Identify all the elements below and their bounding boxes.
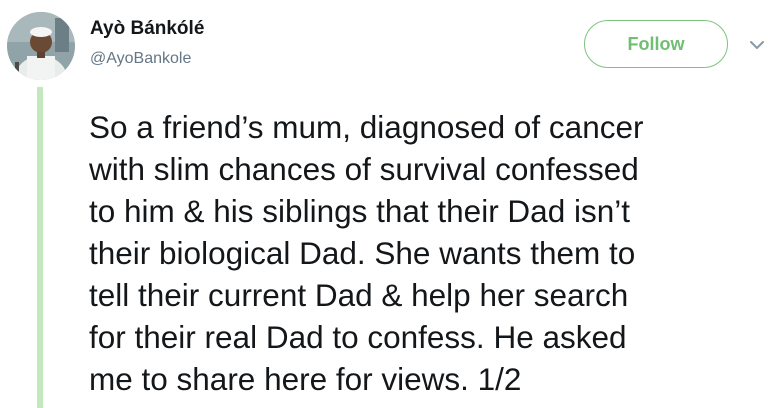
thread-line <box>37 87 43 408</box>
chevron-down-icon[interactable] <box>747 38 767 52</box>
author-handle[interactable]: @AyoBankole <box>90 50 191 68</box>
avatar[interactable] <box>7 12 75 80</box>
tweet-text-line: me to share here for views. 1/2 <box>89 361 522 397</box>
tweet-text-line: with slim chances of survival confessed <box>89 151 639 187</box>
tweet-text-line: So a friend’s mum, diagnosed of cancer <box>89 109 644 145</box>
tweet-text-line: their biological Dad. She wants them to <box>89 235 636 271</box>
tweet-text-line: to him & his siblings that their Dad isn… <box>89 193 630 229</box>
follow-button[interactable]: Follow <box>584 20 728 68</box>
author-display-name[interactable]: Ayò Bánkólé <box>90 18 204 40</box>
tweet-text-line: tell their current Dad & help her search <box>89 277 629 313</box>
tweet-text-line: for their real Dad to confess. He asked <box>89 319 627 355</box>
avatar-image <box>7 12 75 80</box>
tweet-text: So a friend’s mum, diagnosed of cancer w… <box>89 106 764 400</box>
